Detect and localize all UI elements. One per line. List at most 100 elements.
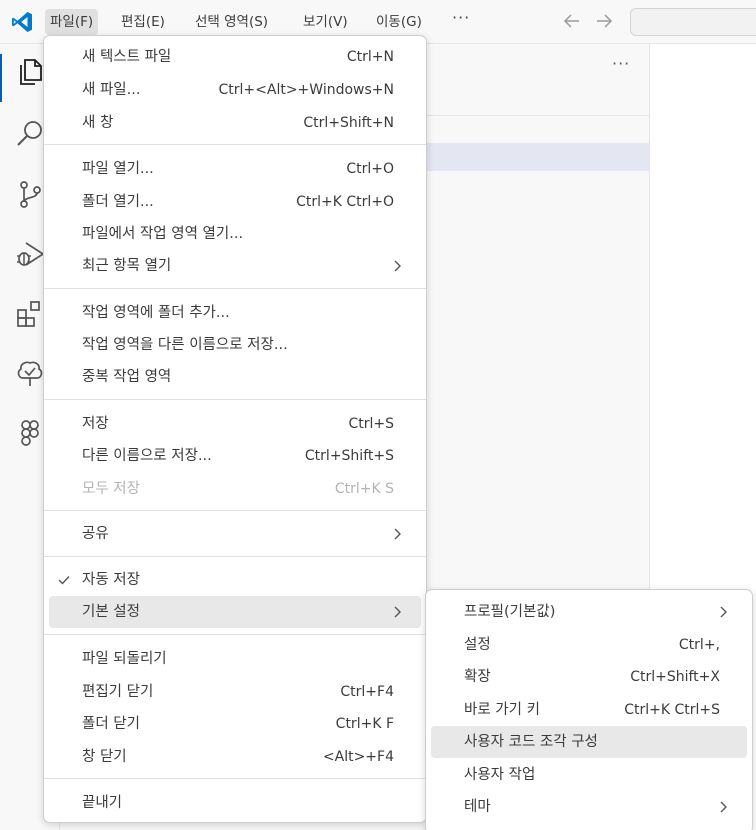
menu-new-file[interactable]: 새 파일... Ctrl+<Alt>+Windows+N bbox=[49, 74, 421, 106]
figma-icon[interactable] bbox=[14, 418, 46, 450]
menu-label: 사용자 코드 조각 구성 bbox=[464, 734, 598, 750]
menu-label: 사용자 작업 bbox=[464, 767, 536, 783]
menu-separator bbox=[44, 399, 426, 400]
menu-shortcut: Ctrl+Shift+X bbox=[630, 669, 720, 685]
explorer-files-icon[interactable] bbox=[14, 56, 46, 88]
menu-separator bbox=[44, 778, 426, 779]
run-debug-icon[interactable] bbox=[14, 238, 46, 270]
menu-shortcut: Ctrl+K Ctrl+S bbox=[624, 702, 720, 718]
menu-edit[interactable]: 편집(E) bbox=[116, 9, 170, 35]
checkmark-icon bbox=[58, 576, 70, 585]
menu-label: 파일에서 작업 영역 열기... bbox=[82, 226, 244, 242]
menu-open-file[interactable]: 파일 열기... Ctrl+O bbox=[49, 153, 421, 185]
menu-label: 저장 bbox=[82, 416, 109, 432]
menu-file[interactable]: 파일(F) bbox=[45, 9, 99, 35]
extensions-icon[interactable] bbox=[14, 298, 46, 330]
menu-label: 다른 이름으로 저장... bbox=[82, 448, 212, 464]
menu-separator bbox=[44, 288, 426, 289]
menu-label: 폴더 닫기 bbox=[82, 716, 140, 732]
menu-shortcut: Ctrl+Shift+N bbox=[303, 115, 394, 131]
vscode-logo-icon bbox=[12, 12, 32, 32]
menu-label: 설정 bbox=[464, 637, 491, 653]
menu-add-folder[interactable]: 작업 영역에 폴더 추가... bbox=[49, 297, 421, 329]
menu-user-tasks[interactable]: 사용자 작업 bbox=[431, 759, 747, 791]
menu-label: 공유 bbox=[82, 526, 109, 542]
menu-label: 작업 영역에 폴더 추가... bbox=[82, 305, 230, 321]
menu-duplicate-workspace[interactable]: 중복 작업 영역 bbox=[49, 361, 421, 393]
menu-label: 프로필(기본값) bbox=[464, 604, 556, 620]
menu-view[interactable]: 보기(V) bbox=[298, 9, 353, 35]
menu-label: 바로 가기 키 bbox=[464, 702, 540, 718]
menu-extensions[interactable]: 확장 Ctrl+Shift+X bbox=[431, 661, 747, 693]
menu-label: 중복 작업 영역 bbox=[82, 369, 172, 385]
menu-revert-file[interactable]: 파일 되돌리기 bbox=[49, 643, 421, 675]
menu-share[interactable]: 공유 bbox=[49, 518, 421, 550]
menu-open-workspace[interactable]: 파일에서 작업 영역 열기... bbox=[49, 218, 421, 250]
menu-selection[interactable]: 선택 영역(S) bbox=[190, 9, 273, 35]
menu-separator bbox=[44, 634, 426, 635]
menu-new-window[interactable]: 새 창 Ctrl+Shift+N bbox=[49, 107, 421, 139]
testing-tree-icon[interactable] bbox=[14, 358, 46, 390]
chevron-right-icon bbox=[720, 801, 727, 813]
menu-label: 폴더 열기... bbox=[82, 194, 154, 210]
menu-save-workspace-as[interactable]: 작업 영역을 다른 이름으로 저장... bbox=[49, 329, 421, 361]
menu-shortcut: Ctrl+K F bbox=[335, 716, 394, 732]
search-icon[interactable] bbox=[14, 118, 46, 150]
menu-label: 새 파일... bbox=[82, 82, 141, 98]
menu-shortcut: Ctrl+S bbox=[348, 416, 394, 432]
menu-separator bbox=[44, 510, 426, 511]
menu-label: 확장 bbox=[464, 669, 491, 685]
menu-shortcut: Ctrl+<Alt>+Windows+N bbox=[218, 82, 395, 98]
menu-new-text-file[interactable]: 새 텍스트 파일 Ctrl+N bbox=[49, 41, 421, 73]
menu-label: 끝내기 bbox=[82, 795, 123, 811]
panel-more-button[interactable]: ··· bbox=[612, 54, 630, 73]
menu-separator bbox=[44, 144, 426, 145]
menu-label: 기본 설정 bbox=[82, 604, 140, 620]
menu-shortcut: Ctrl+O bbox=[346, 161, 394, 177]
menu-label: 최근 항목 열기 bbox=[82, 258, 172, 274]
menu-open-recent[interactable]: 최근 항목 열기 bbox=[49, 250, 421, 282]
source-control-icon[interactable] bbox=[14, 178, 46, 210]
arrow-right-icon[interactable] bbox=[594, 12, 614, 30]
menu-label: 새 창 bbox=[82, 115, 114, 131]
preferences-submenu: 프로필(기본값) 설정 Ctrl+, 확장 Ctrl+Shift+X 바로 가기… bbox=[425, 589, 753, 830]
menu-label: 편집기 닫기 bbox=[82, 684, 154, 700]
file-menu: 새 텍스트 파일 Ctrl+N 새 파일... Ctrl+<Alt>+Windo… bbox=[43, 35, 427, 823]
menu-label: 모두 저장 bbox=[82, 481, 140, 497]
menu-label: 새 텍스트 파일 bbox=[82, 49, 172, 65]
chevron-right-icon bbox=[720, 606, 727, 618]
menu-shortcut: Ctrl+N bbox=[346, 49, 394, 65]
menu-preferences[interactable]: 기본 설정 bbox=[49, 596, 421, 628]
menu-label: 테마 bbox=[464, 799, 491, 815]
menu-more-button[interactable]: ··· bbox=[452, 8, 470, 27]
menu-settings[interactable]: 설정 Ctrl+, bbox=[431, 629, 747, 661]
menu-label: 파일 되돌리기 bbox=[82, 651, 167, 667]
menu-shortcut: Ctrl+, bbox=[678, 637, 720, 653]
menu-close-window[interactable]: 창 닫기 <Alt>+F4 bbox=[49, 741, 421, 773]
menu-themes[interactable]: 테마 bbox=[431, 791, 747, 823]
menu-open-folder[interactable]: 폴더 열기... Ctrl+K Ctrl+O bbox=[49, 186, 421, 218]
chevron-right-icon bbox=[394, 606, 401, 618]
command-center-search[interactable] bbox=[630, 8, 756, 36]
menu-profile[interactable]: 프로필(기본값) bbox=[431, 596, 747, 628]
menu-label: 파일 열기... bbox=[82, 161, 154, 177]
menu-exit[interactable]: 끝내기 bbox=[49, 787, 421, 819]
menu-close-editor[interactable]: 편집기 닫기 Ctrl+F4 bbox=[49, 676, 421, 708]
menu-shortcut: <Alt>+F4 bbox=[322, 749, 394, 765]
menu-shortcut: Ctrl+K Ctrl+O bbox=[296, 194, 394, 210]
menu-close-folder[interactable]: 폴더 닫기 Ctrl+K F bbox=[49, 708, 421, 740]
arrow-left-icon[interactable] bbox=[562, 12, 582, 30]
menu-save[interactable]: 저장 Ctrl+S bbox=[49, 408, 421, 440]
menu-shortcut: Ctrl+F4 bbox=[340, 684, 394, 700]
menu-shortcut: Ctrl+Shift+S bbox=[304, 448, 394, 464]
menu-user-snippets[interactable]: 사용자 코드 조각 구성 bbox=[431, 726, 747, 758]
menu-save-all: 모두 저장 Ctrl+K S bbox=[49, 473, 421, 505]
menu-go[interactable]: 이동(G) bbox=[371, 9, 427, 35]
chevron-right-icon bbox=[394, 260, 401, 272]
menu-keybindings[interactable]: 바로 가기 키 Ctrl+K Ctrl+S bbox=[431, 694, 747, 726]
menu-shortcut: Ctrl+K S bbox=[334, 481, 394, 497]
active-indicator bbox=[0, 54, 2, 102]
menu-save-as[interactable]: 다른 이름으로 저장... Ctrl+Shift+S bbox=[49, 440, 421, 472]
menu-auto-save[interactable]: 자동 저장 bbox=[49, 564, 421, 596]
menu-label: 창 닫기 bbox=[82, 749, 127, 765]
